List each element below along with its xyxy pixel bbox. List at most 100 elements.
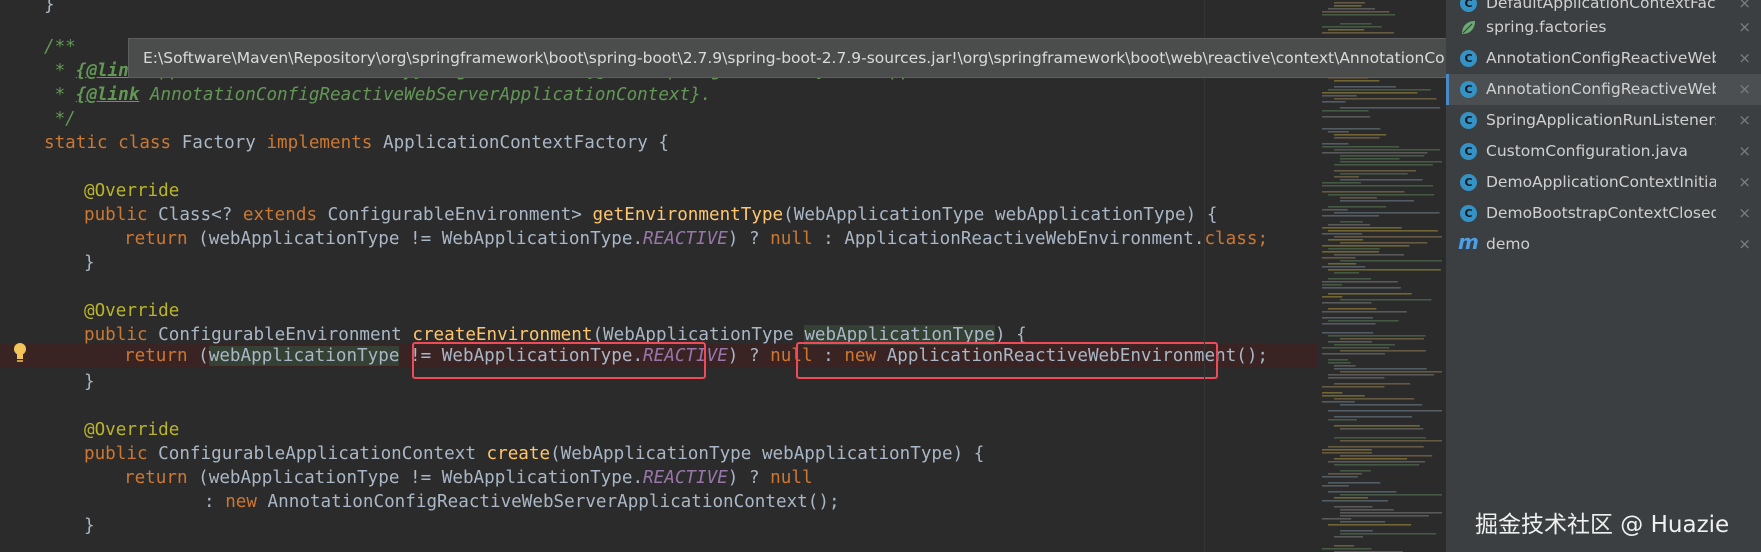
code-text: (WebApplicationType webApplicationType) …	[550, 444, 985, 464]
code-editor[interactable]: } /** * {@link ApplicationContextFactory…	[0, 0, 1318, 552]
code-text: (webApplicationType != WebApplicationTyp…	[187, 229, 644, 249]
code-text: : ApplicationReactiveWebEnvironment.	[812, 229, 1205, 249]
minimap-stroke	[1322, 32, 1394, 34]
minimap-stroke	[1340, 455, 1433, 457]
recent-file-label: AnnotationConfigReactiveWebServerApplica…	[1486, 49, 1716, 67]
close-icon[interactable]: ×	[1738, 167, 1751, 198]
minimap-stroke	[1322, 452, 1372, 454]
minimap-stroke	[1322, 185, 1434, 187]
class-icon: C	[1460, 205, 1477, 222]
code-line[interactable]: public ConfigurableApplicationContext cr…	[84, 442, 984, 466]
minimap-stroke	[1322, 386, 1385, 388]
keyword: public	[84, 444, 148, 464]
code-line[interactable]: @Override	[84, 418, 179, 442]
minimap-stroke	[1328, 263, 1357, 265]
minimap-stroke	[1334, 2, 1365, 4]
code-text: }	[84, 516, 95, 536]
recent-file-label: DemoBootstrapContextClosedListener	[1486, 204, 1716, 222]
keyword: return	[124, 346, 188, 366]
recent-file-item[interactable]: C AnnotationConfigReactiveWebServerAppli…	[1446, 43, 1761, 74]
class-icon: C	[1460, 143, 1477, 160]
minimap-stroke	[1334, 464, 1420, 466]
minimap-stroke	[1340, 530, 1373, 532]
recent-file-item[interactable]: C SpringApplicationRunListeners.java ×	[1446, 105, 1761, 136]
recent-file-item[interactable]: C DemoBootstrapContextClosedListener ×	[1446, 198, 1761, 229]
code-text: Factory	[171, 133, 267, 153]
code-line[interactable]: static class Factory implements Applicat…	[44, 131, 669, 155]
class-icon: C	[1460, 81, 1477, 98]
code-line[interactable]: : new AnnotationConfigReactiveWebServerA…	[204, 490, 840, 514]
code-line[interactable]: }	[44, 0, 55, 17]
comment-text: *	[44, 85, 76, 105]
minimap-stroke	[1340, 371, 1442, 373]
minimap-stroke	[1340, 338, 1424, 340]
minimap-stroke	[1340, 515, 1429, 517]
code-text: AnnotationConfigReactiveWebServerApplica…	[256, 492, 840, 512]
code-line[interactable]: return (webApplicationType != WebApplica…	[124, 466, 813, 490]
recent-file-item-selected[interactable]: C AnnotationConfigReactiveWebSer ×	[1446, 74, 1761, 105]
minimap-stroke	[1334, 398, 1415, 400]
code-line[interactable]: */	[44, 107, 76, 131]
close-icon[interactable]: ×	[1738, 136, 1751, 167]
code-minimap[interactable]	[1318, 0, 1446, 552]
recent-file-item[interactable]: C DemoApplicationContextInitializer ×	[1446, 167, 1761, 198]
minimap-stroke	[1322, 449, 1372, 451]
close-icon[interactable]: ×	[1738, 74, 1751, 105]
minimap-stroke	[1322, 101, 1346, 103]
class-icon: C	[1460, 0, 1477, 12]
close-icon[interactable]: ×	[1738, 43, 1751, 74]
code-text: (WebApplicationType webApplicationType) …	[783, 205, 1218, 225]
recent-file-item[interactable]: spring.factories ×	[1446, 12, 1761, 43]
minimap-stroke	[1328, 362, 1351, 364]
minimap-stroke	[1340, 404, 1423, 406]
code-line[interactable]: @Override	[84, 179, 179, 203]
minimap-stroke	[1322, 518, 1352, 520]
minimap-stroke	[1322, 476, 1358, 478]
minimap-stroke	[1340, 242, 1428, 244]
keyword: return	[124, 229, 188, 249]
minimap-stroke	[1322, 353, 1386, 355]
minimap-stroke	[1340, 197, 1377, 199]
minimap-stroke	[1334, 176, 1359, 178]
close-icon[interactable]: ×	[1738, 229, 1751, 260]
minimap-stroke	[1334, 212, 1440, 214]
minimap-stroke	[1334, 536, 1364, 538]
code-line[interactable]: * {@link AnnotationConfigReactiveWebServ…	[44, 83, 712, 107]
code-line[interactable]: /**	[44, 35, 76, 59]
code-line[interactable]: @Override	[84, 299, 179, 323]
recent-file-item[interactable]: C CustomConfiguration.java ×	[1446, 136, 1761, 167]
code-line[interactable]: public Class<? extends ConfigurableEnvir…	[84, 203, 1217, 227]
keyword: new	[225, 492, 257, 512]
minimap-stroke	[1340, 494, 1442, 496]
code-line[interactable]: }	[84, 514, 95, 538]
recent-file-item[interactable]: m demo ×	[1446, 229, 1761, 260]
spring-leaf-icon	[1460, 19, 1477, 36]
annotation-highlight-box	[796, 342, 1218, 379]
minimap-stroke	[1340, 470, 1371, 472]
minimap-stroke	[1328, 473, 1363, 475]
minimap-stroke	[1328, 269, 1441, 271]
minimap-stroke	[1334, 170, 1416, 172]
recent-files-switcher[interactable]: C DefaultApplicationContextFactory × spr…	[1446, 0, 1761, 552]
recent-file-label: DemoApplicationContextInitializer	[1486, 173, 1716, 191]
code-line[interactable]: }	[84, 251, 95, 275]
minimap-stroke	[1322, 317, 1373, 319]
minimap-stroke	[1322, 233, 1362, 235]
minimap-stroke	[1334, 137, 1380, 139]
close-icon[interactable]: ×	[1738, 105, 1751, 136]
keyword: static class	[44, 133, 172, 153]
code-line[interactable]: }	[84, 370, 95, 394]
code-line[interactable]: return (webApplicationType != WebApplica…	[124, 227, 1268, 251]
close-icon[interactable]: ×	[1738, 198, 1751, 229]
keyword: class	[1204, 229, 1258, 249]
class-icon: C	[1460, 174, 1477, 191]
minimap-stroke	[1328, 341, 1372, 343]
annotation: @Override	[84, 301, 180, 321]
minimap-stroke	[1322, 11, 1390, 13]
minimap-stroke	[1334, 368, 1427, 370]
minimap-stroke	[1340, 107, 1441, 109]
lightbulb-icon[interactable]	[12, 341, 28, 363]
close-icon[interactable]: ×	[1738, 12, 1751, 43]
minimap-stroke	[1340, 533, 1437, 535]
watermark: 掘金技术社区 @ Huazie	[1475, 512, 1730, 538]
